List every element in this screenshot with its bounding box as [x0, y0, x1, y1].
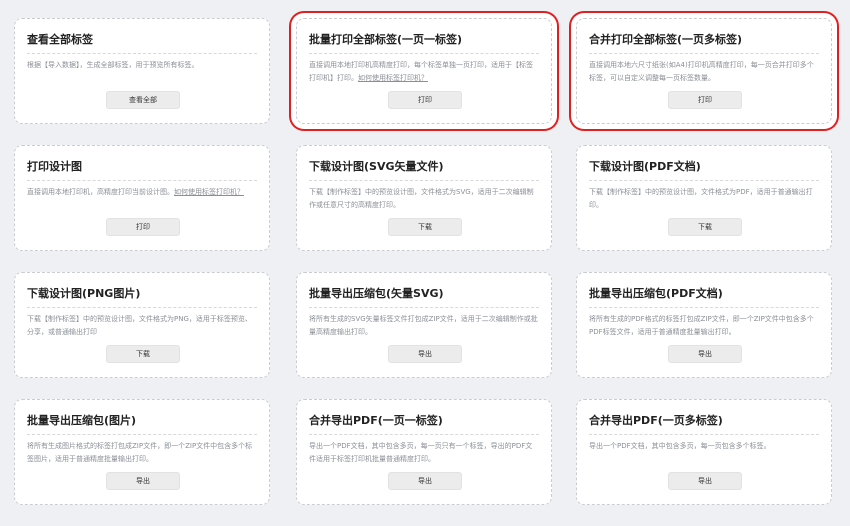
card-title: 合并打印全部标签(一页多标签) — [589, 31, 819, 54]
card-description: 下载【制作标签】中的预览设计图，文件格式为PDF，适用于普通输出打印。 — [589, 188, 813, 209]
card-description: 直接调用本地打印机高精度打印，每个标签单独一页打印，适用于【标签打印机】打印。如… — [309, 61, 533, 82]
card-description: 下载【制作标签】中的预览设计图，文件格式为SVG，适用于二次编辑制作或任意尺寸的… — [309, 188, 534, 209]
card-title: 查看全部标签 — [27, 31, 257, 54]
export-button[interactable]: 导出 — [388, 345, 462, 363]
card-title: 合并导出PDF(一页多标签) — [589, 412, 819, 435]
card-title: 下载设计图(SVG矢量文件) — [309, 158, 539, 181]
card-title: 批量导出压缩包(矢量SVG) — [309, 285, 539, 308]
card-title: 批量导出压缩包(图片) — [27, 412, 257, 435]
card-merge-export-pdf-one-per-page: 合并导出PDF(一页一标签) 导出一个PDF文档，其中包含多页，每一页只有一个标… — [296, 399, 552, 505]
download-button[interactable]: 下载 — [388, 218, 462, 236]
card-description: 导出一个PDF文档，其中包含多页，每一页包含多个标签。 — [589, 442, 771, 450]
card-export-zip-pdf: 批量导出压缩包(PDF文档) 将所有生成的PDF格式的标签打包成ZIP文件，即一… — [576, 272, 832, 378]
print-button[interactable]: 打印 — [106, 218, 180, 236]
card-title: 打印设计图 — [27, 158, 257, 181]
card-view-all: 查看全部标签 根据【导入数据】，生成全部标签，用于预览所有标签。 查看全部 — [14, 18, 270, 124]
view-all-button[interactable]: 查看全部 — [106, 91, 180, 109]
download-button[interactable]: 下载 — [668, 218, 742, 236]
help-link[interactable]: 如何使用标签打印机？ — [174, 188, 244, 196]
card-title: 批量打印全部标签(一页一标签) — [309, 31, 539, 54]
card-export-zip-images: 批量导出压缩包(图片) 将所有生成图片格式的标签打包成ZIP文件，即一个ZIP文… — [14, 399, 270, 505]
card-description: 将所有生成图片格式的标签打包成ZIP文件，即一个ZIP文件中包含多个标签图片，适… — [27, 442, 253, 463]
card-description: 直接调用本地六尺寸纸张(如A4)打印机高精度打印，每一页合并打印多个标签，可以自… — [589, 61, 814, 82]
card-title: 批量导出压缩包(PDF文档) — [589, 285, 819, 308]
card-description: 将所有生成的SVG矢量标签文件打包成ZIP文件，适用于二次编辑制作或批量高精度输… — [309, 315, 538, 336]
card-download-pdf: 下载设计图(PDF文档) 下载【制作标签】中的预览设计图，文件格式为PDF，适用… — [576, 145, 832, 251]
card-print-design: 打印设计图 直接调用本地打印机，高精度打印当前设计图。如何使用标签打印机？ 打印 — [14, 145, 270, 251]
card-batch-print-one-per-page: 批量打印全部标签(一页一标签) 直接调用本地打印机高精度打印，每个标签单独一页打… — [296, 18, 552, 124]
card-title: 下载设计图(PDF文档) — [589, 158, 819, 181]
download-button[interactable]: 下载 — [106, 345, 180, 363]
card-description: 根据【导入数据】，生成全部标签，用于预览所有标签。 — [27, 61, 199, 69]
card-description: 直接调用本地打印机，高精度打印当前设计图。如何使用标签打印机？ — [27, 188, 244, 196]
card-description: 将所有生成的PDF格式的标签打包成ZIP文件，即一个ZIP文件中包含多个PDF标… — [589, 315, 814, 336]
card-download-svg: 下载设计图(SVG矢量文件) 下载【制作标签】中的预览设计图，文件格式为SVG，… — [296, 145, 552, 251]
card-description: 导出一个PDF文档，其中包含多页，每一页只有一个标签，导出的PDF文件适用于标签… — [309, 442, 533, 463]
export-button[interactable]: 导出 — [668, 345, 742, 363]
card-title: 下载设计图(PNG图片) — [27, 285, 257, 308]
print-button[interactable]: 打印 — [668, 91, 742, 109]
card-download-png: 下载设计图(PNG图片) 下载【制作标签】中的预览设计图，文件格式为PNG，适用… — [14, 272, 270, 378]
card-export-zip-svg: 批量导出压缩包(矢量SVG) 将所有生成的SVG矢量标签文件打包成ZIP文件，适… — [296, 272, 552, 378]
card-description: 下载【制作标签】中的预览设计图，文件格式为PNG，适用于标签预览、分享，或普通输… — [27, 315, 252, 336]
card-merge-export-pdf-multi-per-page: 合并导出PDF(一页多标签) 导出一个PDF文档，其中包含多页，每一页包含多个标… — [576, 399, 832, 505]
export-button[interactable]: 导出 — [668, 472, 742, 490]
export-button[interactable]: 导出 — [106, 472, 180, 490]
export-button[interactable]: 导出 — [388, 472, 462, 490]
help-link[interactable]: 如何使用标签打印机？ — [358, 74, 428, 82]
print-button[interactable]: 打印 — [388, 91, 462, 109]
card-title: 合并导出PDF(一页一标签) — [309, 412, 539, 435]
card-merge-print-multi-per-page: 合并打印全部标签(一页多标签) 直接调用本地六尺寸纸张(如A4)打印机高精度打印… — [576, 18, 832, 124]
